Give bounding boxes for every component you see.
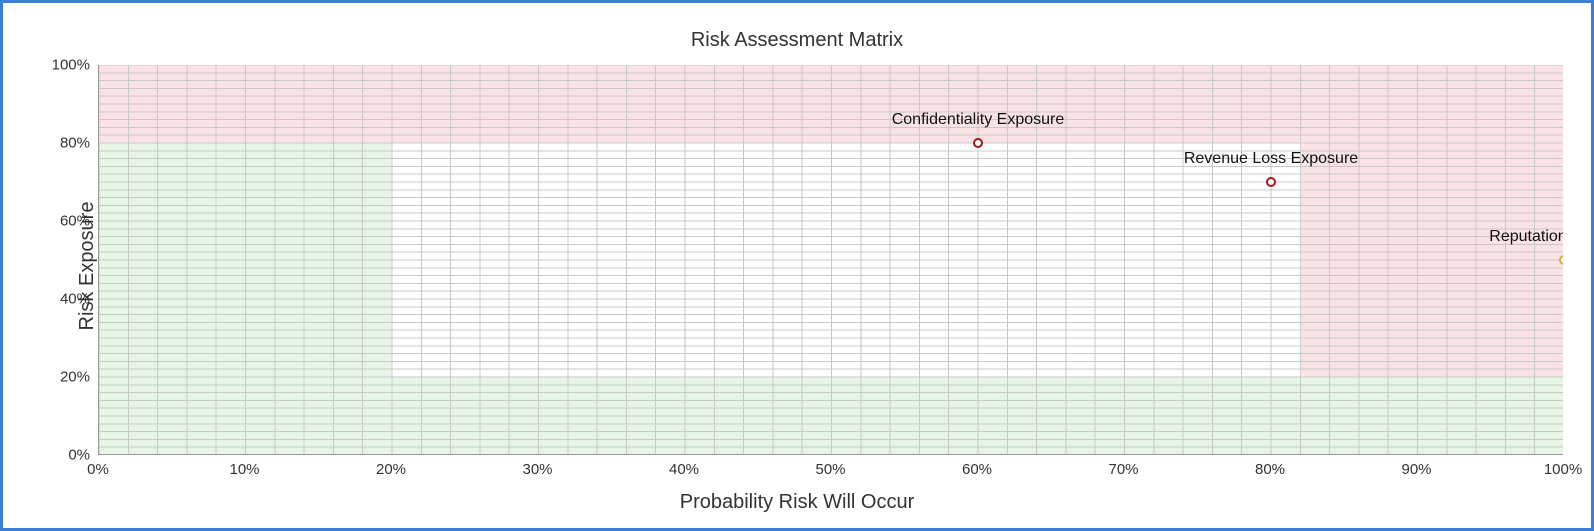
y-tick: 40% <box>60 291 90 308</box>
x-tick: 100% <box>1544 461 1582 478</box>
x-tick: 30% <box>522 461 552 478</box>
chart-frame: Risk Assessment Matrix Risk Exposure Pro… <box>0 0 1594 531</box>
x-tick: 10% <box>229 461 259 478</box>
x-tick: 40% <box>669 461 699 478</box>
chart-title: Risk Assessment Matrix <box>3 29 1591 52</box>
x-tick: 60% <box>962 461 992 478</box>
y-tick: 20% <box>60 369 90 386</box>
gridlines <box>99 65 1563 455</box>
data-point <box>1266 177 1276 187</box>
data-point <box>973 138 983 148</box>
data-point-label: Confidentiality Exposure <box>892 111 1065 129</box>
x-tick: 50% <box>815 461 845 478</box>
x-tick: 80% <box>1255 461 1285 478</box>
data-point <box>1559 255 1563 265</box>
x-tick: 90% <box>1401 461 1431 478</box>
plot-area: Confidentiality Exposure Revenue Loss Exp… <box>98 65 1563 455</box>
data-point-label: Reputation Exposure <box>1489 228 1563 246</box>
x-tick: 20% <box>376 461 406 478</box>
x-tick: 70% <box>1108 461 1138 478</box>
y-tick: 80% <box>60 135 90 152</box>
plot-inner: Confidentiality Exposure Revenue Loss Exp… <box>98 65 1563 455</box>
x-tick: 0% <box>87 461 109 478</box>
y-tick: 0% <box>68 447 90 464</box>
x-axis-label: Probability Risk Will Occur <box>3 491 1591 514</box>
y-tick: 60% <box>60 213 90 230</box>
y-tick: 100% <box>52 57 90 74</box>
data-point-label: Revenue Loss Exposure <box>1184 150 1358 168</box>
